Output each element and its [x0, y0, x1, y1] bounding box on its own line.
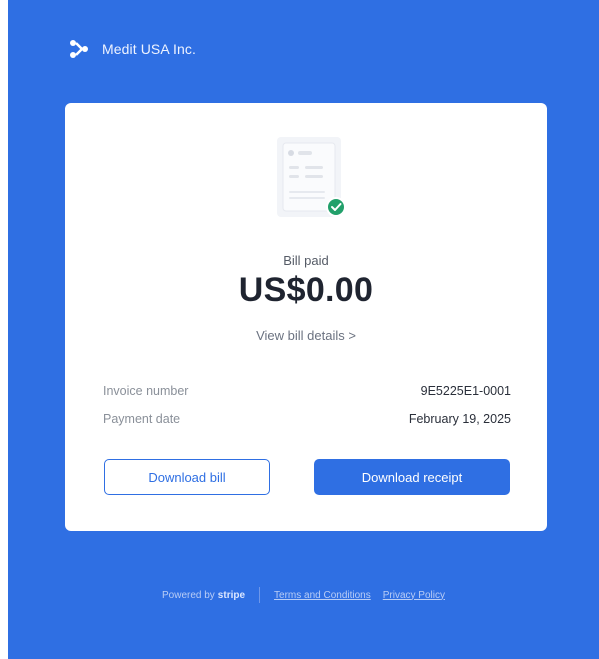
page-background: Medit USA Inc. Bill paid US$0.00 View bi… [8, 0, 599, 659]
invoice-number-value: 9E5225E1-0001 [420, 384, 511, 398]
invoice-number-label: Invoice number [103, 384, 189, 398]
footer: Powered by stripe Terms and Conditions P… [8, 587, 599, 603]
powered-by: Powered by stripe [162, 590, 245, 601]
bill-amount: US$0.00 [238, 271, 374, 309]
payment-date-label: Payment date [103, 412, 181, 426]
terms-link[interactable]: Terms and Conditions [274, 590, 371, 601]
company-logo-icon [70, 40, 88, 58]
download-bill-button[interactable]: Download bill [104, 459, 270, 495]
powered-by-text: Powered by [161, 589, 215, 601]
download-receipt-button[interactable]: Download receipt [314, 459, 510, 495]
payment-date-row: Payment date February 19, 2025 [103, 412, 511, 426]
company-name: Medit USA Inc. [102, 41, 196, 57]
invoice-number-row: Invoice number 9E5225E1-0001 [103, 384, 511, 398]
privacy-link[interactable]: Privacy Policy [383, 590, 445, 601]
view-bill-details-link[interactable]: View bill details > [65, 328, 547, 343]
stripe-brand[interactable]: stripe [218, 590, 245, 601]
payment-status: Bill paid [283, 253, 329, 268]
bill-document-icon [277, 137, 346, 217]
payment-date-value: February 19, 2025 [408, 412, 511, 426]
footer-divider [259, 587, 261, 603]
bill-card: Bill paid US$0.00 View bill details > In… [65, 103, 547, 531]
header: Medit USA Inc. [68, 38, 196, 60]
